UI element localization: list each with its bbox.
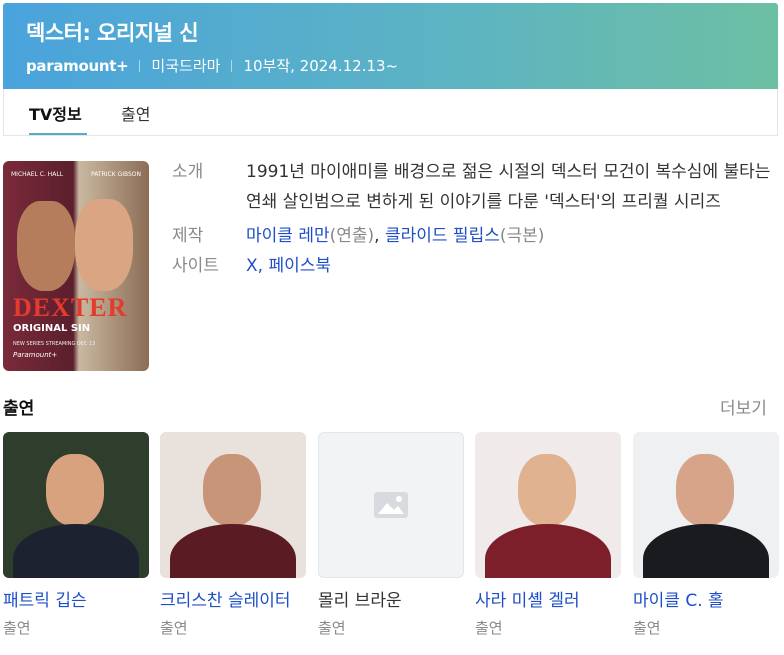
meta-line: paramount+ 미국드라마 10부작, 2024.12.13~ — [26, 55, 398, 76]
production-row: 제작 마이클 레만(연출), 클라이드 필립스(극본) — [172, 221, 772, 251]
poster-actor-left: MICHAEL C. HALL — [11, 171, 64, 178]
cast-name[interactable]: 패트릭 깁슨 — [3, 586, 149, 611]
cast-name[interactable]: 사라 미셸 겔러 — [475, 586, 621, 611]
intro-row: 소개 1991년 마이애미를 배경으로 젊은 시절의 덱스터 모건이 복수심에 … — [172, 157, 772, 217]
poster-names: MICHAEL C. HALL PATRICK GIBSON — [11, 171, 141, 178]
episodes-date-label: 10부작, 2024.12.13~ — [243, 57, 399, 75]
cast-photo[interactable] — [475, 432, 621, 578]
cast-name[interactable]: 마이클 C. 홀 — [633, 586, 779, 611]
tab-cast[interactable]: 출연 — [121, 101, 150, 125]
director-role: (연출) — [329, 226, 375, 246]
production-value: 마이클 레만(연출), 클라이드 필립스(극본) — [246, 226, 545, 246]
show-poster[interactable]: MICHAEL C. HALL PATRICK GIBSON DEXTER OR… — [3, 161, 149, 371]
divider — [231, 59, 233, 72]
poster-subtitle: ORIGINAL SIN — [13, 323, 91, 334]
info-panel: 소개 1991년 마이애미를 배경으로 젊은 시절의 덱스터 모건이 복수심에 … — [172, 157, 772, 281]
divider — [139, 59, 141, 72]
cast-list: 패트릭 깁슨 출연 크리스찬 슬레이터 출연 몰리 브라운 출연 사라 미셸 겔… — [3, 432, 779, 642]
intro-text: 1991년 마이애미를 배경으로 젊은 시절의 덱스터 모건이 복수심에 불타는… — [246, 162, 771, 212]
cast-role: 출연 — [633, 619, 661, 637]
show-title[interactable]: 덱스터: 오리지널 신 — [26, 17, 199, 47]
cast-card[interactable]: 사라 미셸 겔러 출연 — [475, 432, 621, 638]
cast-role: 출연 — [318, 619, 346, 637]
cast-role: 출연 — [160, 619, 188, 637]
image-placeholder-icon — [374, 492, 408, 518]
production-label: 제작 — [172, 226, 204, 246]
cast-section-title: 출연 — [3, 399, 35, 419]
cast-name[interactable]: 크리스찬 슬레이터 — [160, 586, 306, 611]
network-label[interactable]: paramount+ — [26, 57, 129, 75]
cast-card[interactable]: 크리스찬 슬레이터 출연 — [160, 432, 306, 638]
site-row: 사이트 X, 페이스북 — [172, 251, 772, 281]
site-facebook-link[interactable]: 페이스북 — [268, 256, 331, 276]
site-value: X, 페이스북 — [246, 256, 332, 276]
poster-face-left — [17, 201, 75, 291]
cast-photo[interactable] — [633, 432, 779, 578]
cast-role: 출연 — [3, 619, 31, 637]
intro-label: 소개 — [172, 162, 204, 182]
active-tab-indicator — [29, 133, 87, 135]
director-link[interactable]: 마이클 레만 — [246, 226, 330, 246]
poster-brand: Paramount+ — [13, 351, 58, 359]
cast-card[interactable]: 마이클 C. 홀 출연 — [633, 432, 779, 638]
tab-tv-info[interactable]: TV정보 — [29, 101, 82, 125]
cast-photo[interactable] — [3, 432, 149, 578]
cast-name: 몰리 브라운 — [318, 591, 402, 611]
cast-photo[interactable] — [160, 432, 306, 578]
writer-role: (극본) — [499, 226, 545, 246]
site-x-link[interactable]: X — [246, 256, 258, 276]
more-link[interactable]: 더보기 — [720, 394, 767, 419]
title-header: 덱스터: 오리지널 신 paramount+ 미국드라마 10부작, 2024.… — [3, 3, 778, 89]
tab-bar: TV정보 출연 — [3, 89, 778, 136]
cast-card[interactable]: 몰리 브라운 출연 — [318, 432, 464, 638]
poster-tagline: NEW SERIES STREAMING DEC 13 — [13, 341, 96, 347]
cast-photo-placeholder[interactable] — [318, 432, 464, 578]
cast-card[interactable]: 패트릭 깁슨 출연 — [3, 432, 149, 638]
site-label: 사이트 — [172, 256, 219, 276]
genre-label[interactable]: 미국드라마 — [151, 55, 220, 76]
poster-logo: DEXTER — [13, 293, 128, 322]
poster-actor-right: PATRICK GIBSON — [91, 171, 141, 178]
writer-link[interactable]: 클라이드 필립스 — [385, 226, 500, 246]
cast-role: 출연 — [475, 619, 503, 637]
poster-face-right — [75, 199, 133, 291]
